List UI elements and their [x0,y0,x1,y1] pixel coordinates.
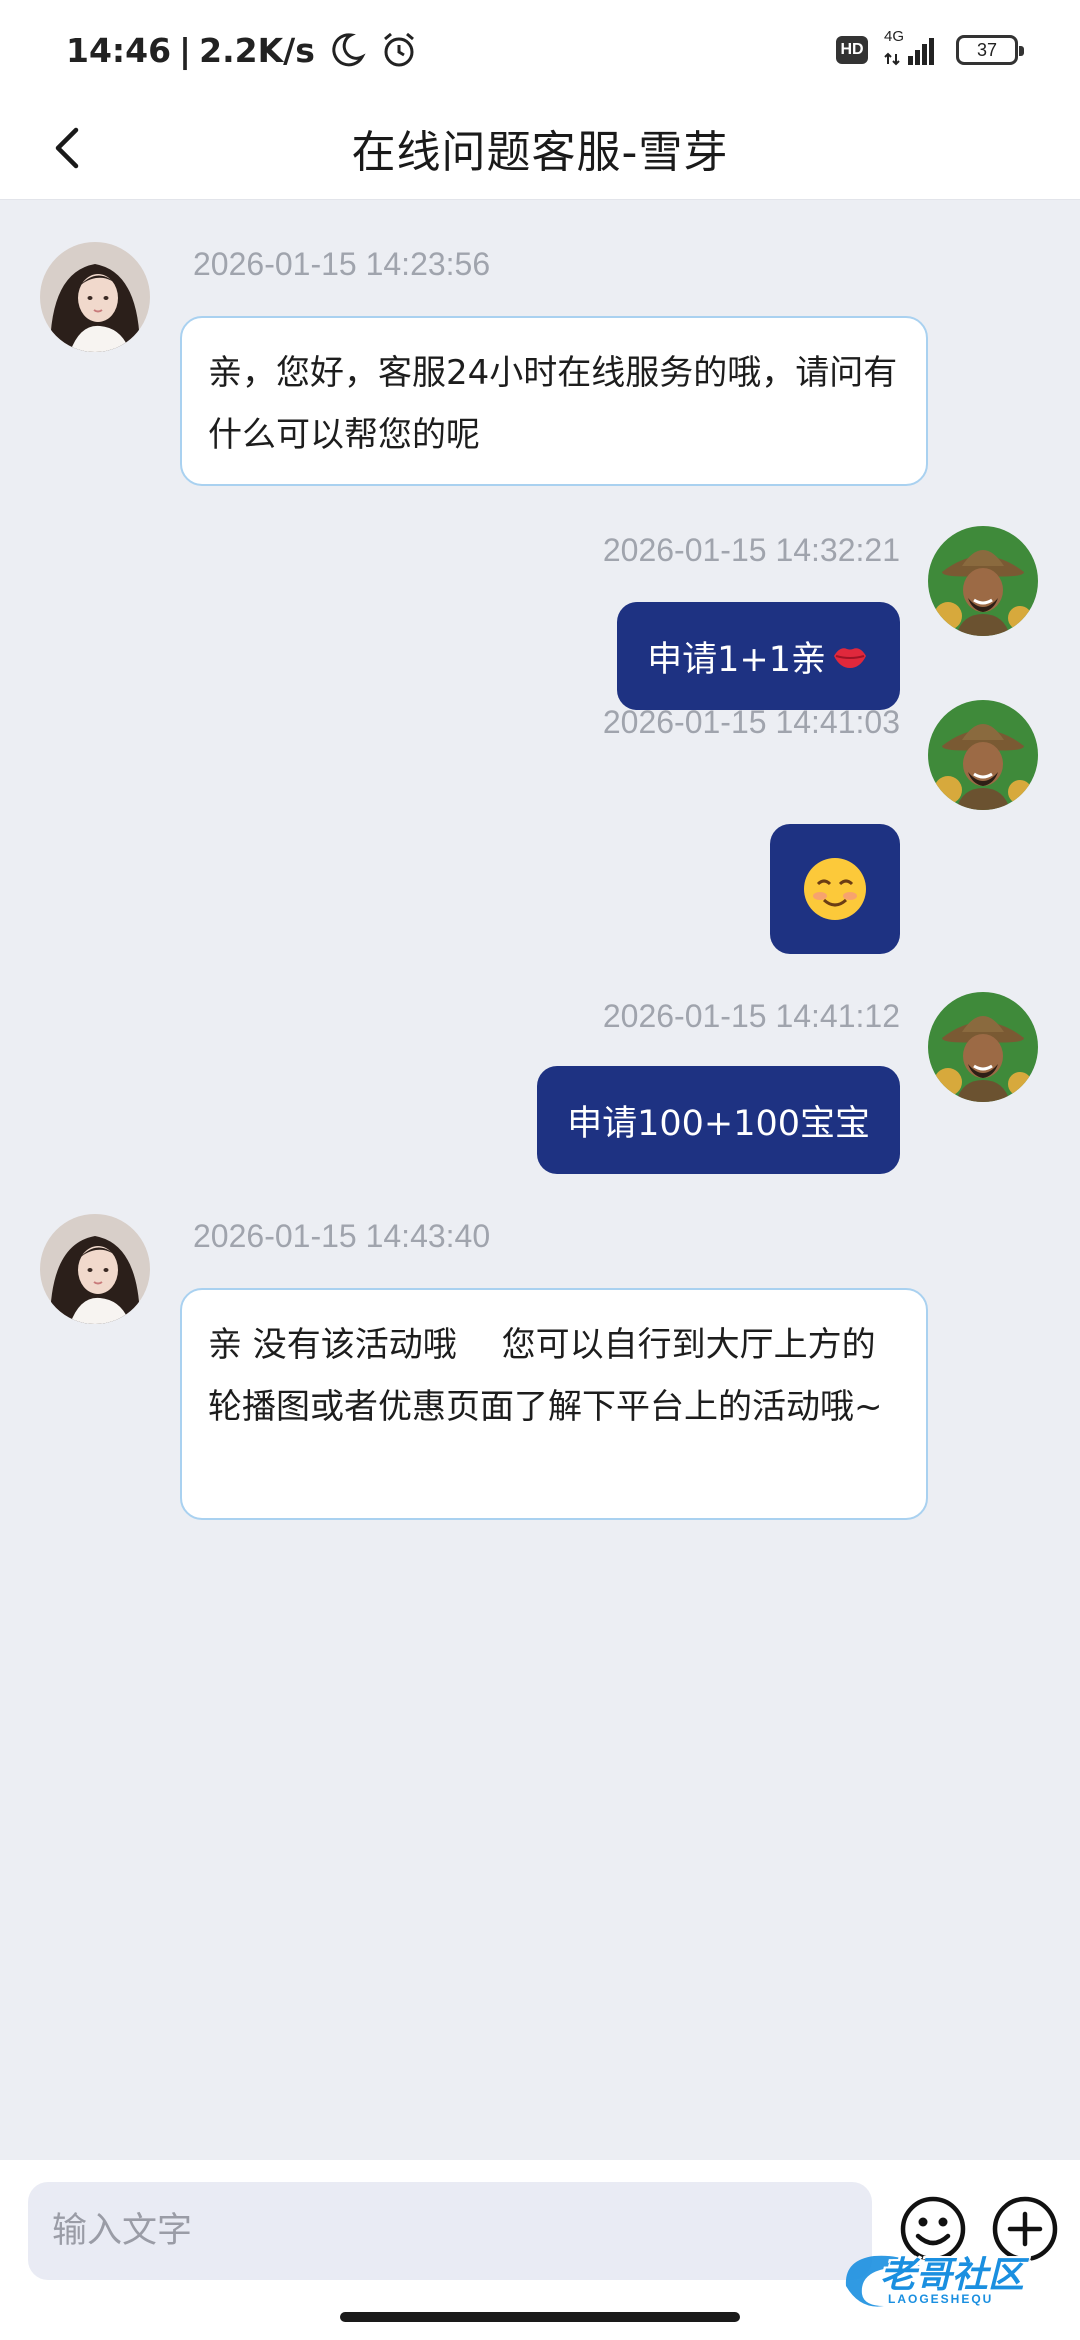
message-timestamp: 2026-01-15 14:23:56 [193,246,491,282]
message-timestamp: 2026-01-15 14:41:03 [602,704,900,740]
watermark-text: 老哥社区 [880,2255,1025,2296]
message-bubble[interactable]: 亲 没有该活动哦 您可以自行到大厅上方的轮播图或者优惠页面了解下平台上的活动哦~ [180,1288,928,1520]
status-bar: 14:46 | 2.2K/s HD 4G 37 [0,0,1080,96]
status-net-speed: 2.2K/s [199,30,315,70]
message-text: 申请1+1亲 [647,639,826,680]
back-button[interactable] [36,116,100,180]
user-avatar[interactable] [928,526,1038,636]
status-time: 14:46 [66,30,172,70]
smiling-face-icon [804,858,866,920]
status-separator: | [179,30,192,70]
signal-icon: 4G [882,28,942,70]
status-left: 14:46 | 2.2K/s [66,26,419,74]
message-timestamp: 2026-01-15 14:43:40 [193,1218,491,1254]
header: 在线问题客服-雪芽 [0,96,1080,200]
chevron-left-icon [55,127,79,169]
chat-list[interactable]: 2026-01-15 14:23:56 亲，您好，客服24小时在线服务的哦，请问… [0,200,1080,2160]
moon-icon [327,30,367,70]
battery-level: 37 [976,39,998,60]
home-indicator[interactable] [340,2312,740,2322]
hd-badge: HD [836,36,868,64]
watermark-subtext: LAOGESHEQU [888,2292,994,2306]
kiss-lips-icon [830,636,870,676]
user-avatar[interactable] [928,992,1038,1102]
message-timestamp: 2026-01-15 14:32:21 [602,532,900,568]
status-right: HD 4G 37 [836,26,1024,74]
message-timestamp: 2026-01-15 14:41:12 [602,998,900,1034]
watermark-logo: 老哥社区 LAOGESHEQU [840,2246,1076,2312]
message-text: 申请100+100宝宝 [567,1103,870,1144]
user-avatar[interactable] [928,700,1038,810]
message-bubble[interactable]: 亲，您好，客服24小时在线服务的哦，请问有什么可以帮您的呢 [180,316,928,486]
message-bubble[interactable]: 申请100+100宝宝 [537,1066,900,1174]
page-title: 在线问题客服-雪芽 [351,127,729,178]
message-input[interactable] [28,2182,872,2280]
battery-icon: 37 [956,35,1024,65]
alarm-icon [379,30,419,70]
message-bubble[interactable]: 申请1+1亲 [617,602,900,710]
agent-avatar[interactable] [40,1214,150,1324]
agent-avatar[interactable] [40,242,150,352]
message-bubble[interactable] [770,824,900,954]
